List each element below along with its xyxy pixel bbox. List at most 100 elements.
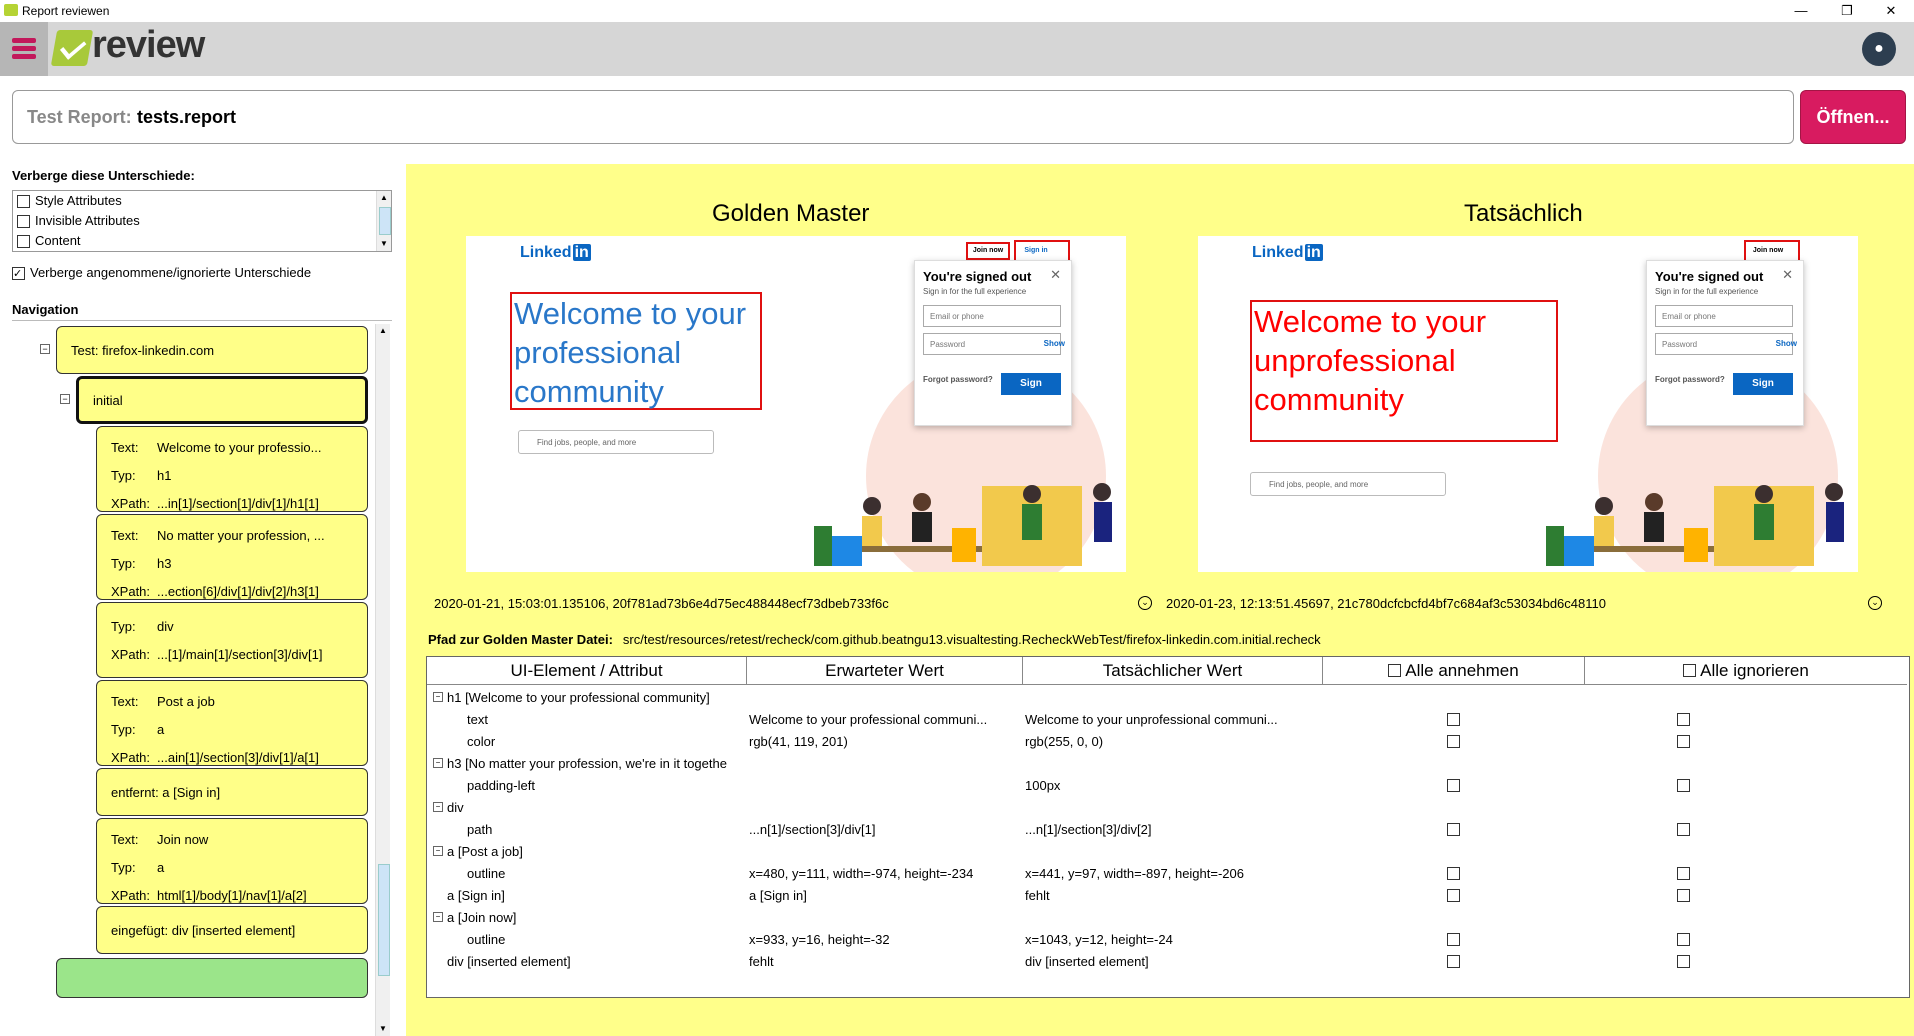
accept-checkbox[interactable] [1447,779,1460,792]
actual-value-cell: fehlt [1025,888,1050,903]
menu-icon[interactable] [0,22,48,76]
accept-checkbox[interactable] [1447,889,1460,902]
table-row[interactable]: − a [Post a job] [427,841,1907,863]
hide-accepted-checkbox[interactable] [12,265,25,283]
column-header: Erwarteter Wert [747,657,1023,685]
table-row[interactable]: − div [427,797,1907,819]
linkedin-logo: Linked in [1252,244,1323,261]
actual-title: Tatsächlich [1464,200,1583,227]
collapse-icon[interactable]: − [433,912,443,922]
collapse-icon[interactable]: − [433,692,443,702]
table-row[interactable]: color rgb(41, 119, 201) rgb(255, 0, 0) [427,731,1907,753]
tree-diff-node[interactable]: Text: No matter your profession, ... Typ:… [96,514,368,600]
golden-master-title: Golden Master [712,200,870,227]
tree-inserted-node[interactable]: eingefügt: div [inserted element] [96,906,368,954]
close-button[interactable]: ✕ [1868,0,1914,22]
hide-accepted-option[interactable]: Verberge angenommene/ignorierte Untersch… [12,264,311,283]
golden-screenshot[interactable]: Linked in Join now Sign in Welcome to you… [466,236,1126,572]
checkbox[interactable] [17,215,30,228]
accept-checkbox[interactable] [1447,933,1460,946]
element-name-cell: div [447,800,464,815]
filter-content[interactable]: Content [13,231,391,251]
close-icon: ✕ [1782,267,1793,282]
ignore-all-header[interactable]: Alle ignorieren [1585,657,1907,685]
collapse-icon[interactable]: − [40,344,50,354]
filter-style-attributes[interactable]: Style Attributes [13,191,391,211]
table-row[interactable]: padding-left 100px [427,775,1907,797]
chevron-down-icon[interactable]: ⌄ [1868,596,1882,610]
office-illustration [802,466,1126,572]
column-header: UI-Element / Attribut [427,657,747,685]
element-name-cell: color [467,734,496,749]
table-row[interactable]: outline x=933, y=16, height=-32 x=1043, y=… [427,929,1907,951]
accept-checkbox[interactable] [1447,713,1460,726]
table-row[interactable]: div [inserted element] fehlt div [inserted… [427,951,1907,973]
element-name-cell: a [Join now] [447,910,517,925]
sign-in-card: You're signed out Sign in for the full e… [914,260,1072,426]
filter-invisible-attributes[interactable]: Invisible Attributes [13,211,391,231]
table-row[interactable]: − a [Join now] [427,907,1907,929]
collapse-icon[interactable]: − [433,758,443,768]
accept-checkbox[interactable] [1447,955,1460,968]
table-row[interactable]: path ...n[1]/section[3]/div[1] ...n[1]/sec… [427,819,1907,841]
filter-scrollbar[interactable]: ▲ ▼ [376,191,391,251]
diff-highlight [1744,240,1800,262]
report-field[interactable]: Test Report: tests.report [12,90,1794,144]
chevron-down-icon[interactable]: ⌄ [1138,596,1152,610]
open-button[interactable]: Öffnen... [1800,90,1906,144]
ignore-checkbox[interactable] [1677,867,1690,880]
search-field: Find jobs, people, and more [1250,472,1446,496]
tree-state-node[interactable]: initial [76,376,368,424]
user-avatar[interactable]: ● [1862,32,1896,66]
ignore-checkbox[interactable] [1677,713,1690,726]
actual-value-cell: 100px [1025,778,1061,793]
tree-diff-node[interactable]: Text: Post a job Typ: a XPath: ...ain[1]/se… [96,680,368,766]
collapse-icon[interactable]: − [433,846,443,856]
tree-diff-node[interactable]: Text: Welcome to your professio... Typ: h1… [96,426,368,512]
window-title: Report reviewen [22,4,110,18]
table-row[interactable]: − h1 [Welcome to your professional commun… [427,687,1907,709]
tree-diff-node[interactable]: Typ: div XPath: ...[1]/main[1]/section[3]/… [96,602,368,678]
linkedin-logo: Linked in [520,244,591,261]
table-row[interactable]: − h3 [No matter your profession, we're in… [427,753,1907,775]
collapse-icon[interactable]: − [60,394,70,404]
report-label: Test Report: [27,107,132,127]
close-icon: ✕ [1050,267,1061,282]
accept-all-header[interactable]: Alle annehmen [1323,657,1585,685]
ignore-checkbox[interactable] [1677,889,1690,902]
restore-button[interactable]: ❐ [1824,0,1870,22]
tree-scrollbar[interactable]: ▲ ▼ [375,324,390,1036]
expected-value-cell: Welcome to your professional communi... [749,712,988,727]
accept-checkbox[interactable] [1447,867,1460,880]
actual-screenshot[interactable]: Linked in Join now Welcome to your unprof… [1198,236,1858,572]
table-row[interactable]: outline x=480, y=111, width=-974, height=… [427,863,1907,885]
collapse-icon[interactable]: − [433,802,443,812]
app-icon [4,4,18,16]
table-row[interactable]: a [Sign in] a [Sign in] fehlt [427,885,1907,907]
checkbox[interactable] [17,235,30,248]
logo-text: review [92,24,205,66]
element-name-cell: a [Post a job] [447,844,523,859]
accept-checkbox[interactable] [1447,823,1460,836]
headline-text: Welcome to your professional community [514,296,747,409]
ignore-checkbox[interactable] [1677,779,1690,792]
minimize-button[interactable]: — [1778,0,1824,22]
ignore-checkbox[interactable] [1677,823,1690,836]
checkbox[interactable] [17,195,30,208]
element-name-cell: h3 [No matter your profession, we're in … [447,756,727,771]
tree-removed-node[interactable]: entfernt: a [Sign in] [96,768,368,816]
tree-test-node[interactable]: Test: firefox-linkedin.com [56,326,368,374]
tree-next-test-node[interactable] [56,958,368,998]
tree-diff-node[interactable]: Text: Join now Typ: a XPath: html[1]/body[1… [96,818,368,904]
table-row[interactable]: text Welcome to your professional communi… [427,709,1907,731]
ignore-checkbox[interactable] [1677,735,1690,748]
element-name-cell: h1 [Welcome to your professional communi… [447,690,710,705]
expected-value-cell: x=933, y=16, height=-32 [749,932,890,947]
ignore-checkbox[interactable] [1677,933,1690,946]
accept-checkbox[interactable] [1447,735,1460,748]
left-panel: Verberge diese Unterschiede: Style Attri… [12,160,392,1036]
actual-value-cell: Welcome to your unprofessional communi..… [1025,712,1278,727]
element-name-cell: path [467,822,493,837]
ignore-checkbox[interactable] [1677,955,1690,968]
sign-in-card: You're signed out Sign in for the full e… [1646,260,1804,426]
